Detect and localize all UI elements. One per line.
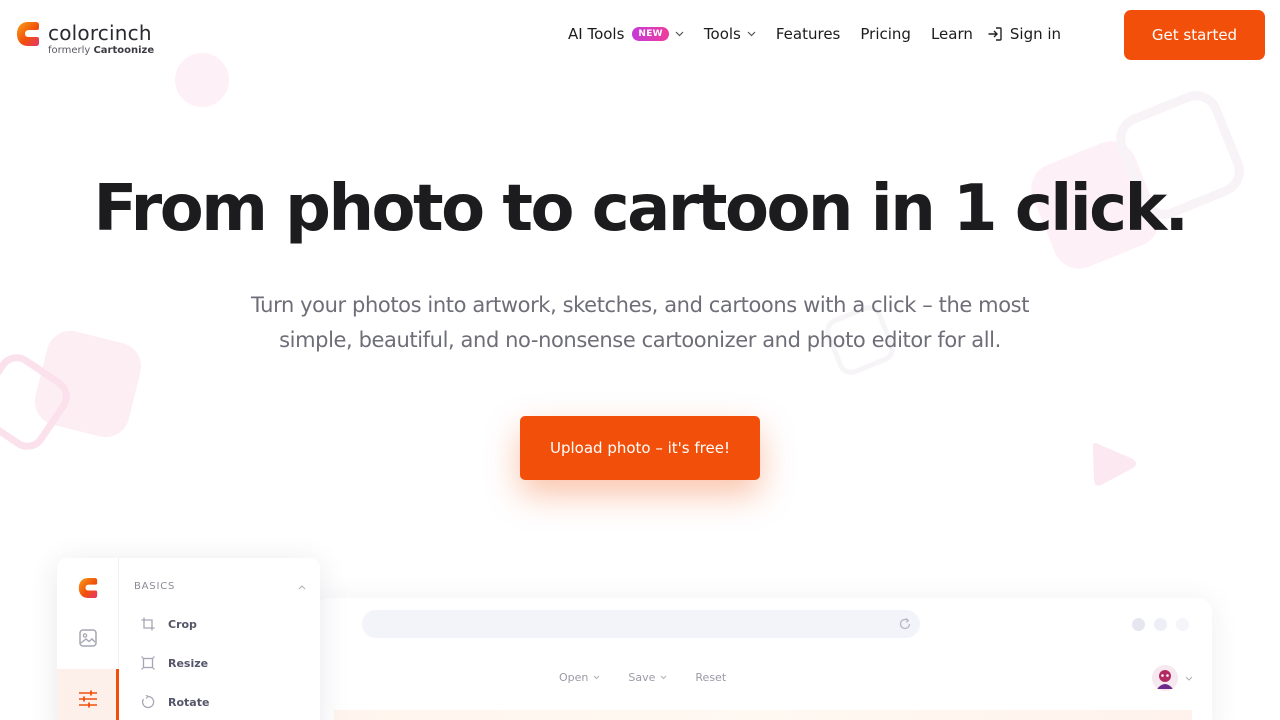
hero-subtitle-line: simple, beautiful, and no-nonsense carto… (279, 328, 1001, 352)
open-menu[interactable]: Open (559, 671, 600, 684)
brand-name: colorcinch (48, 21, 152, 45)
chevron-down-icon (661, 675, 667, 680)
nav-tools-label: Tools (703, 25, 741, 43)
nav-ai-tools-label: AI Tools (568, 25, 625, 43)
avatar[interactable] (1152, 665, 1178, 691)
brand-logo[interactable]: colorcinch formerly Cartoonize (16, 21, 154, 57)
decor-square (29, 325, 147, 443)
sign-in-icon (988, 27, 1002, 41)
nav-ai-tools[interactable]: AI Tools NEW (568, 25, 684, 43)
nav-tools[interactable]: Tools (704, 25, 756, 43)
open-label: Open (559, 671, 589, 684)
save-label: Save (628, 671, 656, 684)
formerly-prefix: formerly (48, 45, 91, 56)
logo-icon (17, 22, 39, 46)
reload-icon (899, 617, 911, 630)
tool-rail (57, 558, 119, 720)
reset-button[interactable]: Reset (695, 671, 726, 684)
chevron-down-icon (1185, 676, 1193, 681)
url-bar (362, 610, 920, 638)
hero-subtitle-line: Turn your photos into artwork, sketches,… (250, 293, 1030, 317)
chevron-up-icon[interactable] (298, 585, 306, 590)
hero-subtitle: Turn your photos into artwork, sketches,… (240, 288, 1040, 358)
window-dot (1154, 618, 1167, 631)
resize-icon (141, 656, 155, 670)
decor-triangle (1092, 442, 1136, 486)
nav-pricing[interactable]: Pricing (860, 25, 911, 43)
editor-side-panel: BASICS Crop Resize Rotate (57, 558, 320, 720)
rotate-icon (142, 695, 155, 709)
tool-crop[interactable]: Crop (141, 617, 197, 631)
chevron-down-icon (594, 675, 600, 680)
hero-title: From photo to cartoon in 1 click. (93, 172, 1189, 246)
tool-label: Resize (168, 656, 209, 670)
upload-photo-button[interactable]: Upload photo – it's free! (520, 416, 760, 480)
tool-resize[interactable]: Resize (141, 656, 208, 670)
sliders-icon (79, 690, 97, 708)
save-menu[interactable]: Save (628, 671, 667, 684)
window-dot (1132, 618, 1145, 631)
tool-label: Crop (168, 617, 197, 631)
window-dot (1176, 618, 1189, 631)
site-header: colorcinch formerly Cartoonize AI Tools … (0, 0, 1280, 70)
chevron-down-icon (747, 31, 756, 37)
landing-page: colorcinch formerly Cartoonize AI Tools … (0, 0, 1280, 720)
chevron-down-icon (675, 31, 684, 37)
get-started-button[interactable]: Get started (1124, 10, 1265, 60)
tool-rotate[interactable]: Rotate (141, 695, 209, 709)
sign-in-label: Sign in (1009, 25, 1062, 43)
nav-sign-in[interactable]: Sign in (987, 25, 1061, 43)
main-nav: AI Tools NEW Tools Features Pricing Lear… (568, 22, 1081, 46)
editor-preview-window: Open Save Reset (314, 598, 1212, 720)
logo-icon (78, 578, 98, 598)
nav-learn[interactable]: Learn (931, 25, 973, 43)
crop-icon (141, 617, 155, 631)
decor-square-outline (0, 346, 78, 458)
new-badge: NEW (632, 27, 669, 41)
editor-canvas (334, 710, 1192, 720)
image-icon[interactable] (78, 628, 98, 648)
editor-toolbar: Open Save Reset (559, 671, 754, 684)
section-title-basics: BASICS (134, 581, 176, 592)
formerly-name: Cartoonize (93, 45, 155, 56)
nav-features[interactable]: Features (776, 25, 841, 43)
brand-formerly: formerly Cartoonize (48, 45, 154, 57)
tool-label: Rotate (168, 695, 210, 709)
